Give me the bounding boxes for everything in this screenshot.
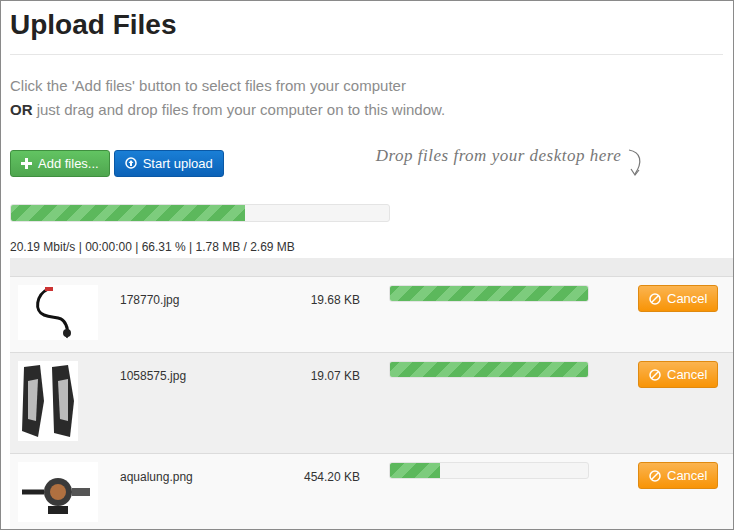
cancel-cell: Cancel (638, 361, 718, 388)
drop-hint-text: Drop files from your desktop here (376, 146, 622, 166)
total-progress-fill (11, 205, 245, 221)
cancel-label: Cancel (667, 367, 707, 382)
file-row: aqualung.png454.20 KB Cancel (10, 454, 733, 530)
file-progress-fill (390, 463, 440, 478)
instructions-text: just drag and drop files from your compu… (33, 101, 446, 118)
progress-cell (389, 285, 589, 302)
cancel-icon (649, 470, 661, 482)
instructions-line: OR just drag and drop files from your co… (10, 98, 723, 122)
file-thumbnail (18, 462, 98, 522)
cancel-icon (649, 369, 661, 381)
file-row: 178770.jpg19.68 KB Cancel (10, 277, 733, 353)
file-thumbnail (18, 285, 98, 340)
cancel-cell: Cancel (638, 462, 718, 489)
cancel-button[interactable]: Cancel (638, 285, 718, 312)
cancel-label: Cancel (667, 291, 707, 306)
or-label: OR (10, 101, 33, 118)
table-body: 178770.jpg19.68 KBCancel1058575.jpg19.07… (10, 277, 733, 530)
file-progress-bar (389, 361, 589, 378)
start-upload-button[interactable]: Start upload (114, 150, 224, 177)
header: Upload Files Click the 'Add files' button… (1, 1, 733, 255)
progress-cell (389, 462, 589, 479)
file-size: 19.68 KB (290, 285, 360, 307)
file-name: 1058575.jpg (120, 361, 290, 383)
add-files-label: Add files... (38, 156, 99, 171)
file-thumbnail (18, 361, 78, 441)
page-title: Upload Files (10, 1, 723, 55)
thumbnail-cell (10, 285, 120, 340)
cancel-cell: Cancel (638, 285, 718, 312)
file-name: aqualung.png (120, 462, 290, 484)
total-progress-bar (10, 204, 390, 222)
thumbnail-cell (10, 361, 120, 441)
arrow-icon (625, 146, 647, 180)
plus-icon (21, 158, 32, 169)
file-name: 178770.jpg (120, 285, 290, 307)
upload-stats: 20.19 Mbit/s | 00:00:00 | 66.31 % | 1.78… (10, 239, 723, 255)
progress-cell (389, 361, 589, 378)
cancel-button[interactable]: Cancel (638, 361, 718, 388)
file-table: 178770.jpg19.68 KBCancel1058575.jpg19.07… (10, 258, 733, 530)
file-progress-fill (390, 362, 588, 377)
cancel-button[interactable]: Cancel (638, 462, 718, 489)
file-size: 454.20 KB (290, 462, 360, 484)
file-progress-bar (389, 462, 589, 479)
file-progress-bar (389, 285, 589, 302)
instructions-line: Click the 'Add files' button to select f… (10, 74, 723, 98)
start-upload-label: Start upload (143, 156, 213, 171)
instructions: Click the 'Add files' button to select f… (10, 74, 723, 122)
add-files-button[interactable]: Add files... (10, 150, 110, 177)
cancel-icon (649, 293, 661, 305)
thumbnail-cell (10, 462, 120, 522)
cancel-label: Cancel (667, 468, 707, 483)
file-size: 19.07 KB (290, 361, 360, 383)
table-header (10, 258, 733, 277)
file-row: 1058575.jpg19.07 KB Cancel (10, 353, 733, 454)
upload-icon (125, 157, 137, 169)
drop-hint: Drop files from your desktop here (376, 146, 648, 180)
file-progress-fill (390, 286, 588, 301)
toolbar: Add files... Start upload Drop files from … (10, 146, 723, 180)
